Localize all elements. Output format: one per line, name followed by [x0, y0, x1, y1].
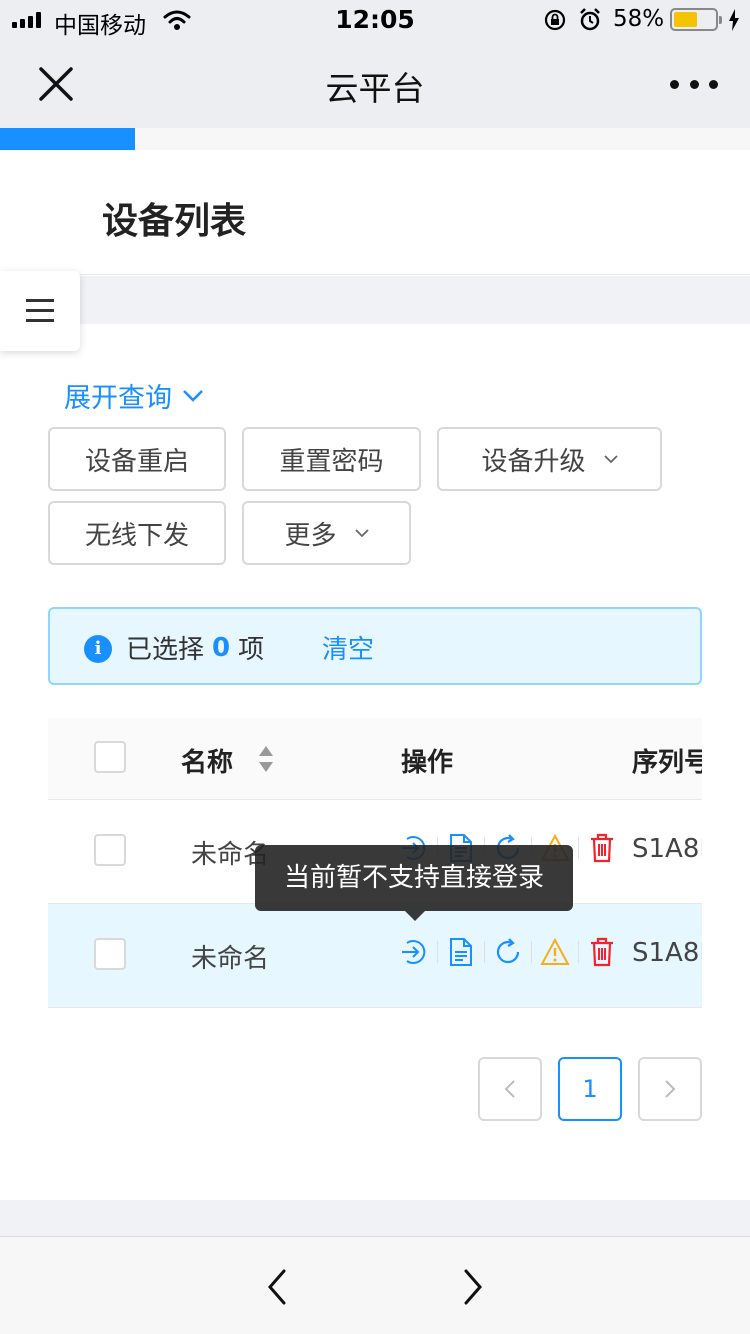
chevron-right-icon	[665, 1080, 676, 1098]
warning-icon[interactable]	[539, 936, 571, 968]
chevron-down-icon	[354, 529, 369, 538]
page-number-button[interactable]: 1	[558, 1057, 622, 1121]
reset-password-button[interactable]: 重置密码	[242, 427, 421, 491]
column-header-operations: 操作	[401, 748, 454, 778]
forward-arrow-icon[interactable]	[458, 1267, 488, 1307]
status-bar: 中国移动 12:05 58%	[0, 0, 750, 40]
login-tooltip: 当前暂不支持直接登录	[255, 845, 573, 921]
selection-summary: 已选择 0 项	[126, 629, 264, 666]
upgrade-dropdown-button[interactable]: 设备升级	[437, 427, 662, 491]
prev-page-button[interactable]	[478, 1057, 542, 1121]
delete-icon[interactable]	[586, 832, 618, 864]
more-icon[interactable]	[670, 74, 718, 94]
alarm-icon	[580, 8, 600, 31]
page-load-progress	[0, 128, 750, 150]
close-icon[interactable]	[38, 66, 74, 102]
reset-password-label: 重置密码	[279, 446, 384, 477]
table-row: 未命名 S1A8I	[48, 904, 702, 1008]
page-title: 设备列表	[102, 201, 247, 242]
select-all-checkbox[interactable]	[94, 741, 126, 773]
battery-icon	[670, 8, 722, 31]
upgrade-label: 设备升级	[481, 446, 586, 477]
wireless-push-button[interactable]: 无线下发	[48, 501, 226, 565]
selection-alert: i 已选择 0 项 清空	[48, 607, 702, 685]
chevron-down-icon	[183, 389, 203, 402]
nav-title: 云平台	[325, 69, 425, 108]
back-arrow-icon[interactable]	[262, 1267, 292, 1307]
table-header: 名称 操作 序列号	[48, 718, 702, 800]
device-serial: S1A8I	[632, 938, 702, 968]
progress-fill	[0, 128, 135, 150]
wireless-push-label: 无线下发	[84, 520, 189, 551]
row-operations	[398, 936, 618, 968]
selection-prefix: 已选择	[126, 635, 205, 665]
section-divider	[0, 276, 750, 324]
row-checkbox[interactable]	[94, 834, 126, 866]
selection-suffix: 项	[238, 635, 265, 665]
orientation-lock-icon	[544, 9, 566, 31]
menu-toggle-button[interactable]	[0, 271, 80, 351]
next-page-button[interactable]	[638, 1057, 702, 1121]
delete-icon[interactable]	[586, 936, 618, 968]
device-serial: S1A8I	[632, 834, 702, 864]
charging-icon	[729, 9, 739, 31]
reboot-button[interactable]: 设备重启	[48, 427, 226, 491]
expand-query-link[interactable]: 展开查询	[64, 376, 204, 415]
reboot-label: 设备重启	[84, 446, 189, 477]
chevron-down-icon	[603, 455, 618, 464]
login-icon[interactable]	[398, 936, 430, 968]
device-name: 未命名	[191, 944, 270, 974]
page-header: 设备列表	[0, 150, 750, 275]
nav-bar: 云平台	[0, 40, 750, 128]
column-header-name: 名称	[181, 748, 234, 778]
refresh-icon[interactable]	[492, 936, 524, 968]
document-icon[interactable]	[445, 936, 477, 968]
more-label: 更多	[284, 520, 337, 551]
battery-percent: 58%	[613, 6, 665, 32]
sort-icon[interactable]	[258, 744, 274, 774]
clear-selection-link[interactable]: 清空	[322, 629, 374, 666]
column-header-serial: 序列号	[632, 748, 702, 778]
info-icon: i	[84, 635, 112, 663]
chevron-left-icon	[504, 1080, 515, 1098]
expand-query-label: 展开查询	[64, 383, 172, 414]
footer-spacer	[0, 1200, 750, 1236]
selection-count: 0	[212, 632, 231, 663]
row-checkbox[interactable]	[94, 938, 126, 970]
more-dropdown-button[interactable]: 更多	[242, 501, 411, 565]
browser-toolbar	[0, 1236, 750, 1334]
